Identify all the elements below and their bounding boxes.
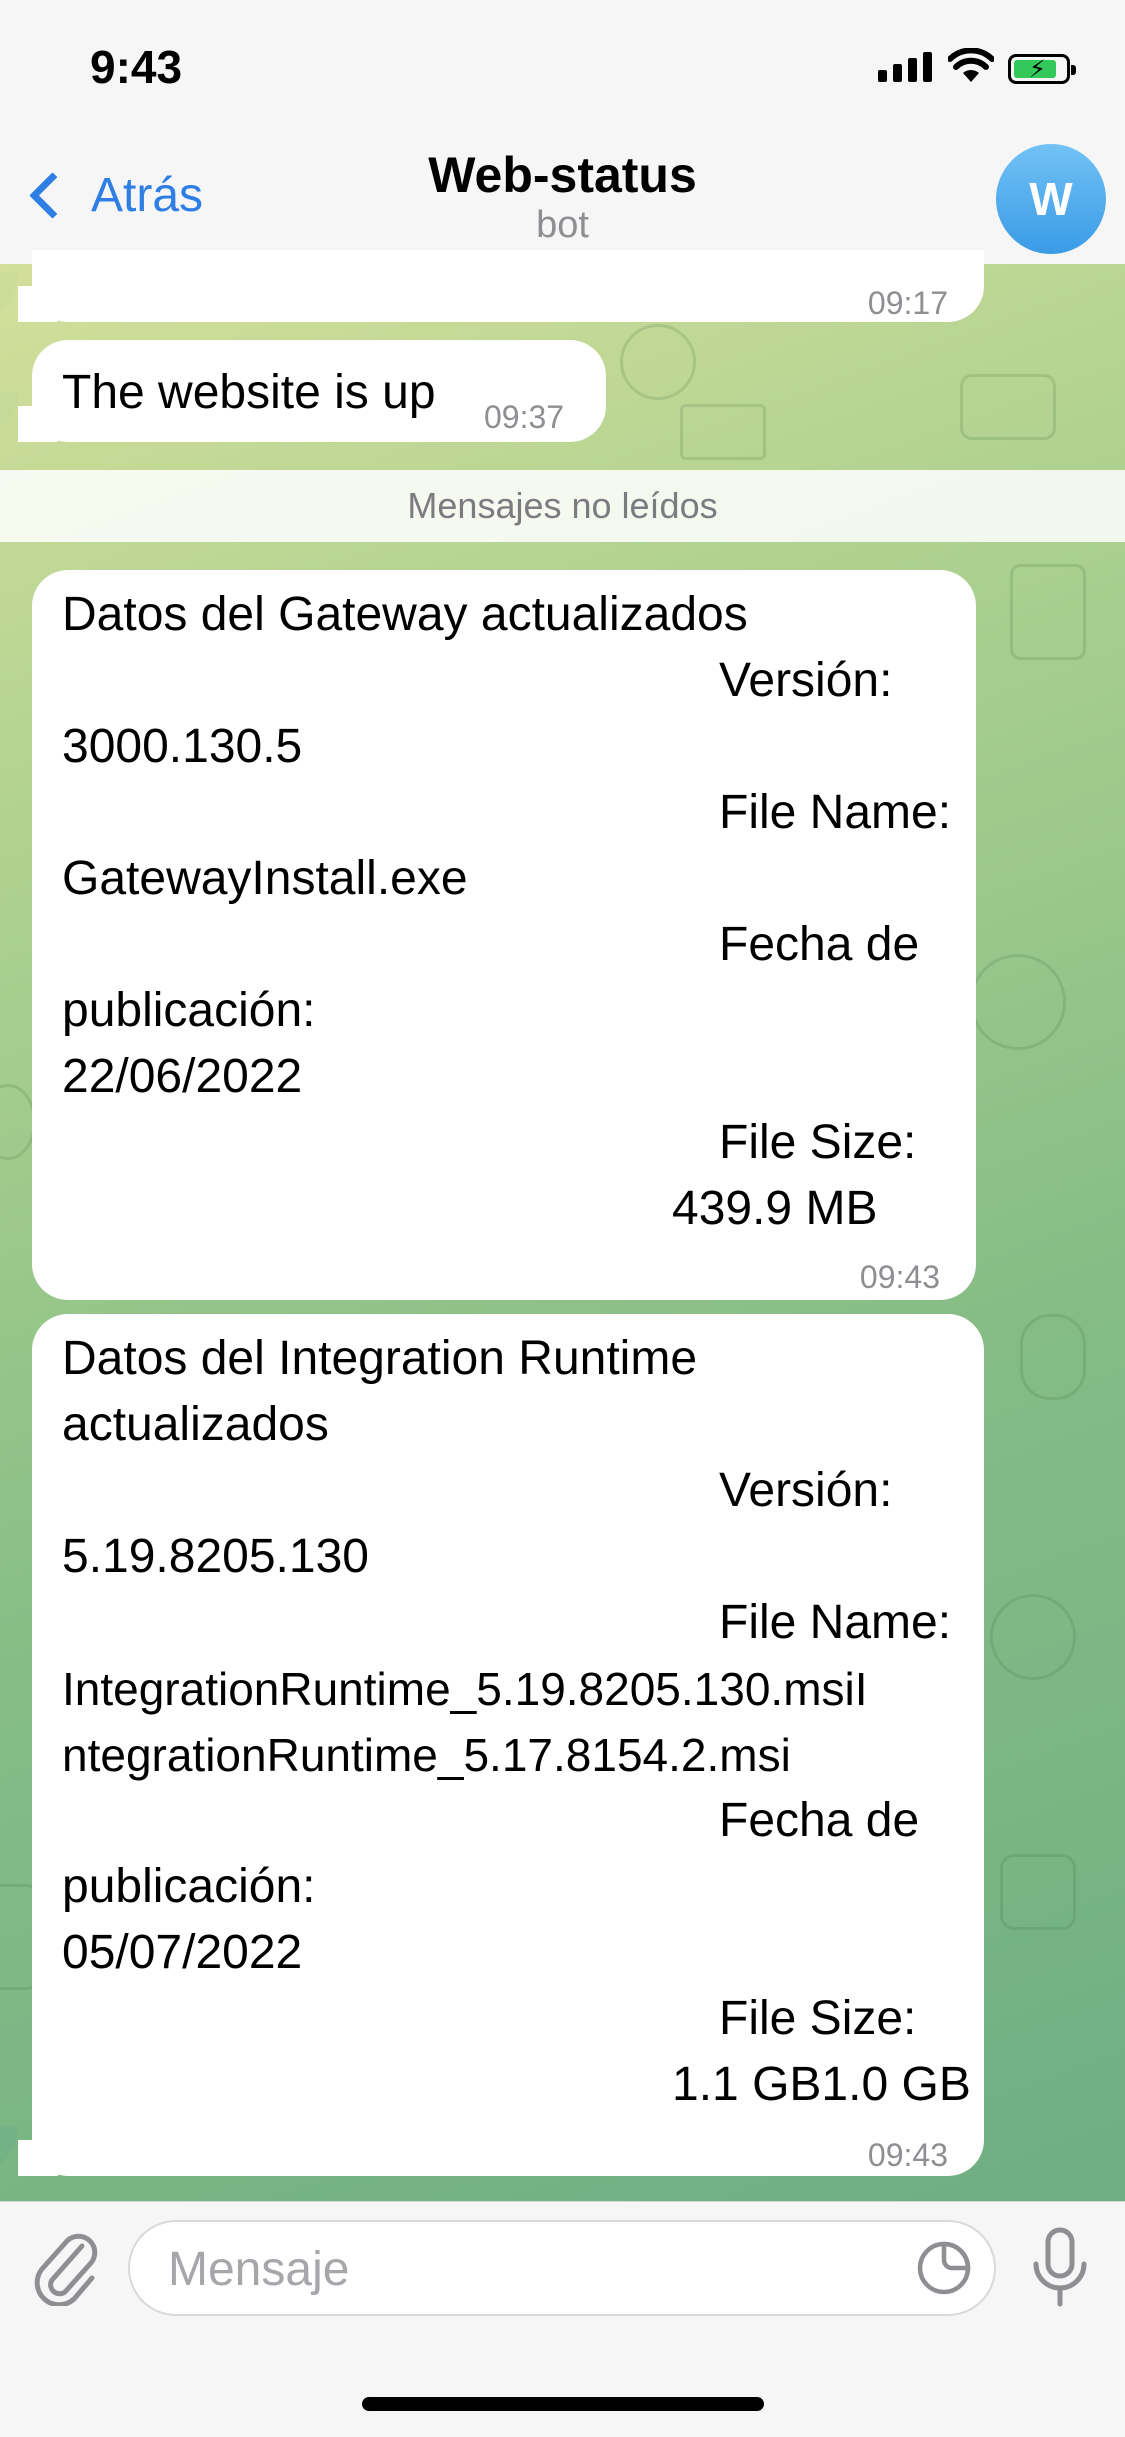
bubble-tail (18, 286, 58, 322)
chat-title[interactable]: Web-status (0, 146, 1125, 204)
status-time: 9:43 (90, 41, 183, 93)
message-time: 09:37 (484, 399, 565, 435)
message-line: Fecha de (719, 918, 920, 971)
message-input-field[interactable] (128, 2220, 996, 2316)
chat-header: Atrás Web-status bot W (0, 140, 1125, 265)
message-line: GatewayInstall.exe (62, 852, 468, 905)
message-line: Versión: (719, 654, 893, 707)
message-line: 439.9 MB (672, 1182, 878, 1235)
message-bubble[interactable]: The website is up 09:37 (32, 340, 606, 442)
message-time: 09:43 (867, 2137, 948, 2173)
microphone-icon[interactable] (1030, 2226, 1090, 2310)
wifi-icon (948, 48, 994, 82)
paperclip-icon[interactable] (30, 2228, 100, 2306)
message-bubble[interactable]: Datos del Gateway actualizados Versión: … (32, 570, 976, 1300)
message-bubble-previous[interactable]: 09:17 (32, 250, 984, 322)
message-line: 5.19.8205.130 (62, 1530, 369, 1583)
message-input[interactable] (166, 2232, 910, 2306)
message-line: File Name: (719, 786, 952, 839)
message-text: The website is up (62, 366, 436, 419)
message-line: actualizados (62, 1398, 329, 1451)
battery-icon: ⚡ (1008, 54, 1076, 84)
message-line: Fecha de (719, 1794, 920, 1847)
message-line: publicación: (62, 1860, 316, 1913)
message-line: publicación: (62, 984, 316, 1037)
message-line: Datos del Integration Runtime (62, 1332, 698, 1385)
status-bar: 9:43 ⚡ (0, 0, 1125, 140)
home-indicator[interactable] (362, 2397, 764, 2411)
message-line: File Size: (719, 1116, 917, 1169)
message-line: Datos del Gateway actualizados (62, 588, 748, 641)
message-line: ntegrationRuntime_5.17.8154.2.msi (62, 1729, 791, 1781)
unread-messages-divider: Mensajes no leídos (0, 470, 1125, 542)
message-line: 22/06/2022 (62, 1050, 303, 1103)
message-line: 05/07/2022 (62, 1926, 303, 1979)
sticker-icon[interactable] (916, 2240, 972, 2296)
bubble-tail (18, 2140, 58, 2176)
cellular-signal-icon (878, 52, 934, 82)
bubble-tail (18, 406, 58, 442)
chat-subtitle: bot (536, 204, 589, 246)
message-line: File Name: (719, 1596, 952, 1649)
message-line: IntegrationRuntime_5.19.8205.130.msiI (62, 1663, 868, 1715)
message-line: Versión: (719, 1464, 893, 1517)
message-line: 3000.130.5 (62, 720, 303, 773)
avatar[interactable]: W (996, 144, 1106, 254)
message-time: 09:43 (859, 1259, 940, 1295)
message-bubble[interactable]: Datos del Integration Runtime actualizad… (32, 1314, 984, 2176)
message-time: 09:17 (867, 285, 948, 321)
message-line: 1.1 GB1.0 GB (672, 2058, 971, 2111)
message-line: File Size: (719, 1992, 917, 2045)
